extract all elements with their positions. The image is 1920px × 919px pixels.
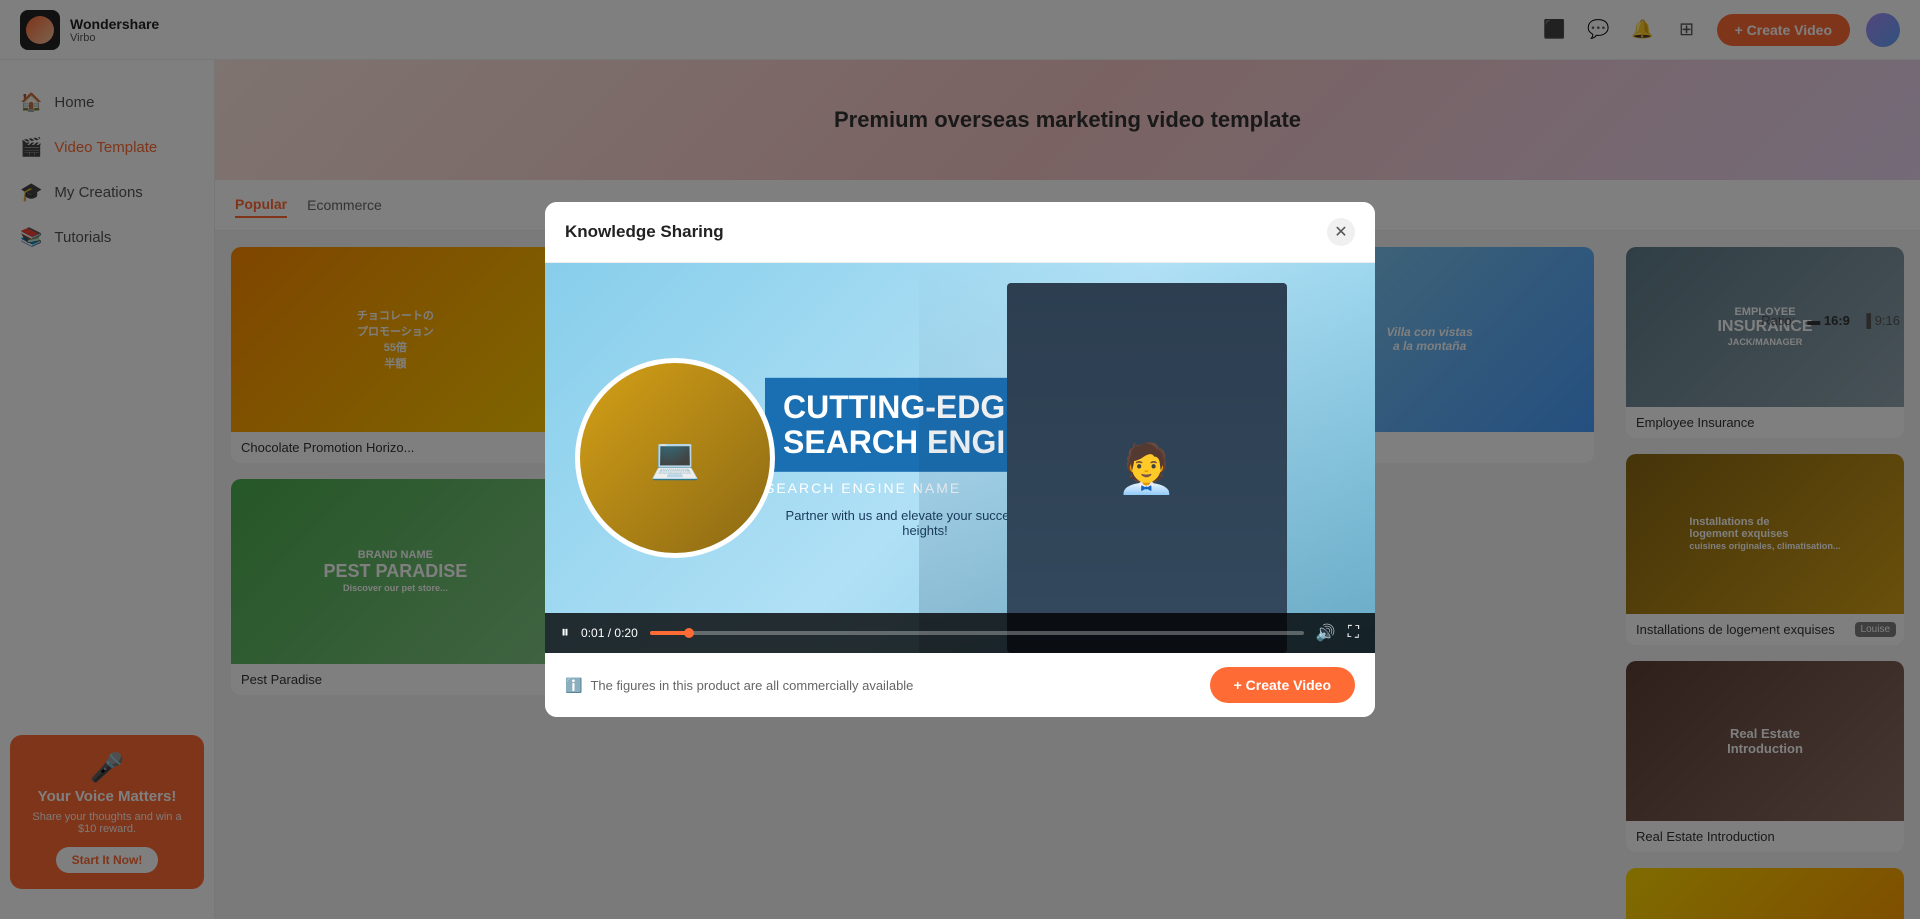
modal-overlay[interactable]: Knowledge Sharing ✕ 💻 CUTTING-EDGE SEARC… (0, 0, 1920, 919)
modal-close-button[interactable]: ✕ (1327, 218, 1355, 246)
modal-header: Knowledge Sharing ✕ (545, 202, 1375, 263)
volume-button[interactable]: 🔊 (1316, 623, 1336, 643)
presenter-silhouette: 🧑‍💼 (1007, 283, 1287, 653)
modal-title: Knowledge Sharing (565, 222, 724, 242)
footer-info-text: The figures in this product are all comm… (590, 678, 913, 693)
time-current: 0:01 (581, 626, 604, 640)
progress-fill (650, 631, 689, 635)
knowledge-sharing-modal: Knowledge Sharing ✕ 💻 CUTTING-EDGE SEARC… (545, 202, 1375, 717)
modal-footer: ℹ️ The figures in this product are all c… (545, 653, 1375, 717)
pause-button[interactable]: ⏸ (561, 624, 569, 642)
time-display: 0:01 / 0:20 (581, 626, 638, 640)
fullscreen-button[interactable]: ⛶ (1348, 624, 1359, 642)
footer-info: ℹ️ The figures in this product are all c… (565, 677, 913, 694)
presenter-area: 🧑‍💼 (919, 263, 1376, 653)
progress-dot (684, 628, 694, 638)
video-controls: ⏸ 0:01 / 0:20 🔊 ⛶ (545, 613, 1375, 653)
modal-video-area: 💻 CUTTING-EDGE SEARCH ENGINE SEARCH ENGI… (545, 263, 1375, 653)
info-icon: ℹ️ (565, 677, 582, 694)
time-total: 0:20 (614, 626, 637, 640)
video-preview: 💻 CUTTING-EDGE SEARCH ENGINE SEARCH ENGI… (545, 263, 1375, 653)
circle-image: 💻 (575, 358, 775, 558)
modal-create-video-button[interactable]: + Create Video (1210, 667, 1355, 703)
laptop-icon: 💻 (650, 435, 700, 482)
presenter-placeholder: 🧑‍💼 (919, 263, 1376, 653)
progress-bar[interactable] (650, 631, 1304, 635)
